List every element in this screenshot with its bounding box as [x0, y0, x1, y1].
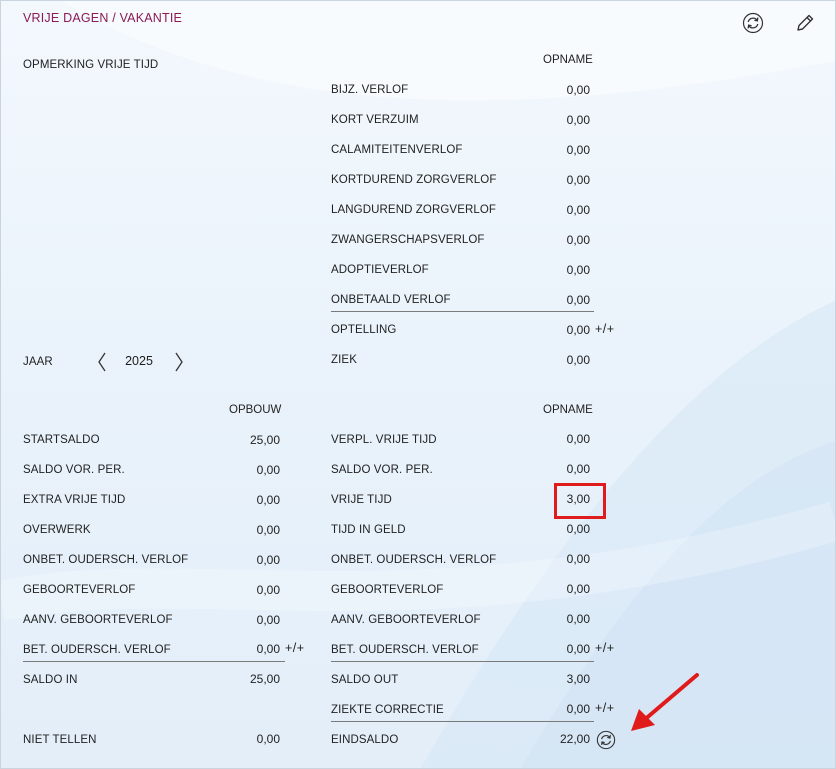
- row-value: 0,00: [566, 353, 590, 367]
- row-value: 0,00: [566, 642, 590, 656]
- row-value: 0,00: [566, 83, 590, 97]
- sum-divider: [23, 661, 285, 662]
- row-value: 25,00: [249, 672, 280, 686]
- row-value: 0,00: [566, 432, 590, 446]
- top-opname-header: OPNAME: [543, 54, 593, 66]
- niet-tellen-value: 0,00: [256, 732, 280, 746]
- row-value: 3,00: [566, 672, 590, 686]
- panel-title: VRIJE DAGEN / VAKANTIE: [23, 11, 183, 25]
- row-label: VRIJE TIJD: [331, 494, 392, 506]
- row-label: STARTSALDO: [23, 434, 100, 446]
- row-label: OPTELLING: [331, 324, 397, 336]
- row-label: OVERWERK: [23, 524, 91, 536]
- row-value: 0,00: [566, 702, 590, 716]
- row-label: ADOPTIEVERLOF: [331, 264, 429, 276]
- opbouw-header: OPBOUW: [229, 404, 282, 416]
- row-value: 0,00: [566, 522, 590, 536]
- sum-divider: [331, 721, 594, 722]
- row-label: SALDO IN: [23, 674, 78, 686]
- row-label: ONBETAALD VERLOF: [331, 294, 451, 306]
- row-suffix: +/+: [595, 322, 615, 336]
- row-label: TIJD IN GELD: [331, 524, 406, 536]
- row-label: SALDO VOR. PER.: [331, 464, 433, 476]
- row-suffix: +/+: [595, 701, 615, 715]
- refresh-button[interactable]: [740, 10, 766, 36]
- row-label: KORTDUREND ZORGVERLOF: [331, 174, 497, 186]
- row-value: 0,00: [566, 203, 590, 217]
- remark-label: OPMERKING VRIJE TIJD: [23, 59, 159, 71]
- row-label: ONBET. OUDERSCH. VERLOF: [23, 554, 189, 566]
- row-label: BIJZ. VERLOF: [331, 84, 409, 96]
- row-label: ONBET. OUDERSCH. VERLOF: [331, 554, 497, 566]
- chevron-left-icon: [98, 352, 106, 372]
- row-label: LANGDUREND ZORGVERLOF: [331, 204, 497, 216]
- row-label: SALDO VOR. PER.: [23, 464, 125, 476]
- row-value: 0,00: [566, 462, 590, 476]
- row-suffix: +/+: [285, 641, 305, 655]
- row-label: KORT VERZUIM: [331, 114, 419, 126]
- highlight-box: [554, 483, 606, 519]
- chevron-right-icon: [175, 352, 183, 372]
- row-value: 0,00: [566, 293, 590, 307]
- row-label: EINDSALDO: [331, 734, 399, 746]
- pencil-icon: [797, 14, 814, 31]
- row-label: AANV. GEBOORTEVERLOF: [331, 614, 481, 626]
- row-label: GEBOORTEVERLOF: [23, 584, 136, 596]
- row-value: 0,00: [256, 463, 280, 477]
- row-value: 0,00: [256, 583, 280, 597]
- row-value: 0,00: [256, 553, 280, 567]
- row-label: BET. OUDERSCH. VERLOF: [331, 644, 479, 656]
- eindsaldo-value: 22,00: [559, 732, 590, 746]
- sum-divider: [331, 311, 594, 312]
- row-value: 0,00: [566, 233, 590, 247]
- row-value: 25,00: [249, 433, 280, 447]
- row-value: 0,00: [566, 612, 590, 626]
- refresh-icon: [742, 12, 764, 34]
- niet-tellen-label: NIET TELLEN: [23, 734, 97, 746]
- next-year-button[interactable]: [172, 350, 186, 374]
- row-value: 0,00: [566, 582, 590, 596]
- row-value: 0,00: [566, 323, 590, 337]
- row-value: 0,00: [566, 173, 590, 187]
- row-value: 0,00: [566, 552, 590, 566]
- row-label: GEBOORTEVERLOF: [331, 584, 444, 596]
- sum-divider: [331, 661, 594, 662]
- row-label: ZIEK: [331, 354, 357, 366]
- year-value: 2025: [125, 354, 153, 368]
- row-label: EXTRA VRIJE TIJD: [23, 494, 126, 506]
- row-value: 0,00: [256, 642, 280, 656]
- row-value: 0,00: [566, 263, 590, 277]
- row-suffix: +/+: [595, 641, 615, 655]
- row-label: ZWANGERSCHAPSVERLOF: [331, 234, 485, 246]
- row-value: 0,00: [566, 113, 590, 127]
- refresh-icon: [596, 730, 616, 750]
- bottom-opname-header: OPNAME: [543, 404, 593, 416]
- row-label: CALAMITEITENVERLOF: [331, 144, 463, 156]
- year-label: JAAR: [23, 356, 53, 368]
- recalculate-button[interactable]: [594, 728, 618, 752]
- vrije-dagen-panel: VRIJE DAGEN / VAKANTIE OPMERKING VRIJE T…: [0, 0, 836, 769]
- edit-button[interactable]: [792, 10, 818, 36]
- row-label: VERPL. VRIJE TIJD: [331, 434, 437, 446]
- previous-year-button[interactable]: [95, 350, 109, 374]
- row-label: AANV. GEBOORTEVERLOF: [23, 614, 173, 626]
- row-label: BET. OUDERSCH. VERLOF: [23, 644, 171, 656]
- row-value: 0,00: [566, 143, 590, 157]
- row-label: ZIEKTE CORRECTIE: [331, 704, 444, 716]
- row-value: 0,00: [256, 523, 280, 537]
- red-arrow-annotation: [631, 673, 699, 731]
- row-value: 0,00: [256, 613, 280, 627]
- row-value: 0,00: [256, 493, 280, 507]
- row-label: SALDO OUT: [331, 674, 399, 686]
